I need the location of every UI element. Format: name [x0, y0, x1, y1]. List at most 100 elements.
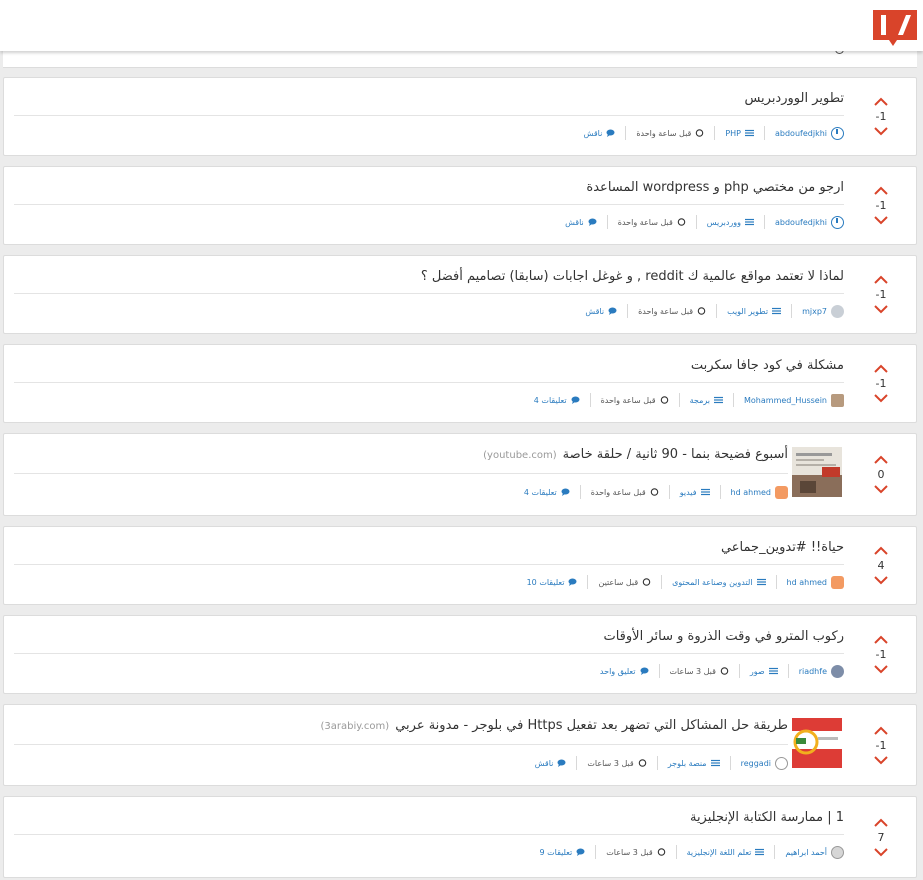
- post-category[interactable]: منصة بلوجر: [658, 756, 731, 770]
- avatar[interactable]: [831, 664, 844, 678]
- category-name[interactable]: PHP: [725, 129, 741, 138]
- comments-link[interactable]: ناقش: [535, 759, 554, 768]
- category-name[interactable]: تعلم اللغة الإنجليزية: [687, 848, 752, 857]
- upvote-icon[interactable]: [874, 186, 888, 196]
- downvote-icon[interactable]: [874, 215, 888, 225]
- author-name[interactable]: أحمد ابراهيم: [785, 848, 827, 857]
- avatar[interactable]: [831, 215, 844, 229]
- post-author[interactable]: Mohammed_Hussein: [734, 393, 844, 407]
- post-comments[interactable]: 4 تعليقات: [524, 393, 591, 407]
- comments-link[interactable]: ناقش: [584, 129, 603, 138]
- avatar[interactable]: [831, 393, 844, 407]
- post-domain[interactable]: (youtube.com): [483, 450, 556, 461]
- post-title[interactable]: تطوير الووردبريس: [744, 91, 844, 106]
- post-author[interactable]: abdoufedjkhi: [765, 126, 844, 140]
- post-author[interactable]: reggadi: [731, 756, 788, 770]
- author-name[interactable]: hd ahmed: [787, 578, 827, 587]
- post-title-row: لماذا لا تعتمد مواقع عالمية ك reddit , و…: [14, 269, 844, 284]
- category-name[interactable]: التدوين وصناعة المحتوى: [672, 578, 752, 587]
- author-name[interactable]: hd ahmed: [731, 488, 771, 497]
- author-name[interactable]: abdoufedjkhi: [775, 218, 827, 227]
- post-title[interactable]: ارجو من مختصي php و wordpress المساعدة: [586, 180, 844, 195]
- upvote-icon[interactable]: [874, 364, 888, 374]
- author-name[interactable]: Mohammed_Hussein: [744, 396, 827, 405]
- downvote-icon[interactable]: [874, 304, 888, 314]
- avatar[interactable]: [831, 845, 844, 859]
- post-author[interactable]: riadhfe: [789, 664, 844, 678]
- upvote-icon[interactable]: [874, 818, 888, 828]
- post-title[interactable]: لماذا لا تعتمد مواقع عالمية ك reddit , و…: [421, 269, 844, 284]
- avatar[interactable]: [775, 485, 788, 499]
- author-name[interactable]: riadhfe: [799, 667, 827, 676]
- category-name[interactable]: صور: [750, 667, 765, 676]
- post-category[interactable]: تطوير الويب: [717, 304, 793, 318]
- post-comments[interactable]: ناقش: [555, 215, 608, 229]
- downvote-icon[interactable]: [874, 484, 888, 494]
- upvote-icon[interactable]: [874, 546, 888, 556]
- post-comments[interactable]: 4 تعليقات: [514, 485, 581, 499]
- avatar[interactable]: [831, 304, 844, 318]
- post-category[interactable]: PHP: [715, 126, 765, 140]
- post-comments[interactable]: ناقش: [525, 756, 578, 770]
- post-comments[interactable]: ناقش: [575, 304, 629, 318]
- upvote-icon[interactable]: [874, 726, 888, 736]
- comments-link[interactable]: 9 تعليقات: [539, 848, 572, 857]
- upvote-icon[interactable]: [874, 455, 888, 465]
- post-comments[interactable]: 9 تعليقات: [529, 845, 597, 859]
- post-title[interactable]: مشكلة في كود جافا سكربت: [691, 358, 844, 373]
- post-domain[interactable]: (3arabiy.com): [321, 721, 390, 732]
- post-comments[interactable]: تعليق واحد: [590, 664, 660, 678]
- post-thumbnail-frame[interactable]: [792, 718, 842, 768]
- author-name[interactable]: mjxp7: [802, 307, 827, 316]
- comments-link[interactable]: ناقش: [565, 218, 584, 227]
- post-author[interactable]: أحمد ابراهيم: [775, 845, 844, 859]
- post-title[interactable]: ركوب المترو في وقت الذروة و سائر الأوقات: [603, 629, 844, 644]
- post-category[interactable]: تعلم اللغة الإنجليزية: [677, 845, 776, 859]
- author-name[interactable]: reggadi: [741, 759, 771, 768]
- post-title[interactable]: 1 | ممارسة الكتابة الإنجليزية: [690, 810, 844, 825]
- post-title[interactable]: طريقة حل المشاكل التي تضهر بعد تفعيل Htt…: [395, 718, 788, 733]
- upvote-icon[interactable]: [874, 635, 888, 645]
- comments-link[interactable]: 4 تعليقات: [534, 396, 567, 405]
- post-title[interactable]: أسبوع فضيحة بنما - 90 ثانية / حلقة خاصة: [563, 447, 788, 462]
- category-name[interactable]: منصة بلوجر: [668, 759, 707, 768]
- downvote-icon[interactable]: [874, 664, 888, 674]
- downvote-icon[interactable]: [874, 393, 888, 403]
- comments-link[interactable]: 10 تعليقات: [527, 578, 565, 587]
- post-category[interactable]: ووردبريس: [697, 215, 765, 229]
- avatar[interactable]: [831, 126, 844, 140]
- downvote-icon[interactable]: [874, 126, 888, 136]
- post-author[interactable]: hd ahmed: [721, 485, 788, 499]
- category-name[interactable]: فيديو: [680, 488, 697, 497]
- downvote-icon[interactable]: [874, 755, 888, 765]
- clock-icon-wrap: [660, 396, 669, 404]
- site-logo[interactable]: [871, 6, 919, 46]
- comments-link[interactable]: ناقش: [585, 307, 604, 316]
- author-name[interactable]: abdoufedjkhi: [775, 129, 827, 138]
- downvote-icon[interactable]: [874, 575, 888, 585]
- avatar[interactable]: [831, 575, 844, 589]
- comments-link[interactable]: تعليق واحد: [600, 667, 636, 676]
- post-thumbnail[interactable]: [792, 447, 842, 497]
- category-name[interactable]: برمجة: [690, 396, 710, 405]
- post-category[interactable]: التدوين وصناعة المحتوى: [662, 575, 777, 589]
- category-name[interactable]: ووردبريس: [707, 218, 741, 227]
- post-author[interactable]: mjxp7: [792, 304, 844, 318]
- post-comments[interactable]: ناقش: [574, 126, 627, 140]
- post-category[interactable]: برمجة: [680, 393, 734, 407]
- upvote-icon[interactable]: [874, 275, 888, 285]
- post-thumbnail[interactable]: [792, 718, 842, 768]
- post-title[interactable]: حياة!! #تدوين_جماعي: [721, 540, 844, 555]
- avatar[interactable]: [775, 756, 788, 770]
- time-text: قبل 3 ساعات: [587, 758, 634, 768]
- post-author[interactable]: hd ahmed: [777, 575, 844, 589]
- post-category[interactable]: فيديو: [670, 485, 721, 499]
- downvote-icon[interactable]: [874, 847, 888, 857]
- post-thumbnail-frame[interactable]: [792, 447, 842, 497]
- post-author[interactable]: abdoufedjkhi: [765, 215, 844, 229]
- category-name[interactable]: تطوير الويب: [727, 307, 768, 316]
- upvote-icon[interactable]: [874, 97, 888, 107]
- post-comments[interactable]: 10 تعليقات: [517, 575, 589, 589]
- post-category[interactable]: صور: [740, 664, 789, 678]
- comments-link[interactable]: 4 تعليقات: [524, 488, 557, 497]
